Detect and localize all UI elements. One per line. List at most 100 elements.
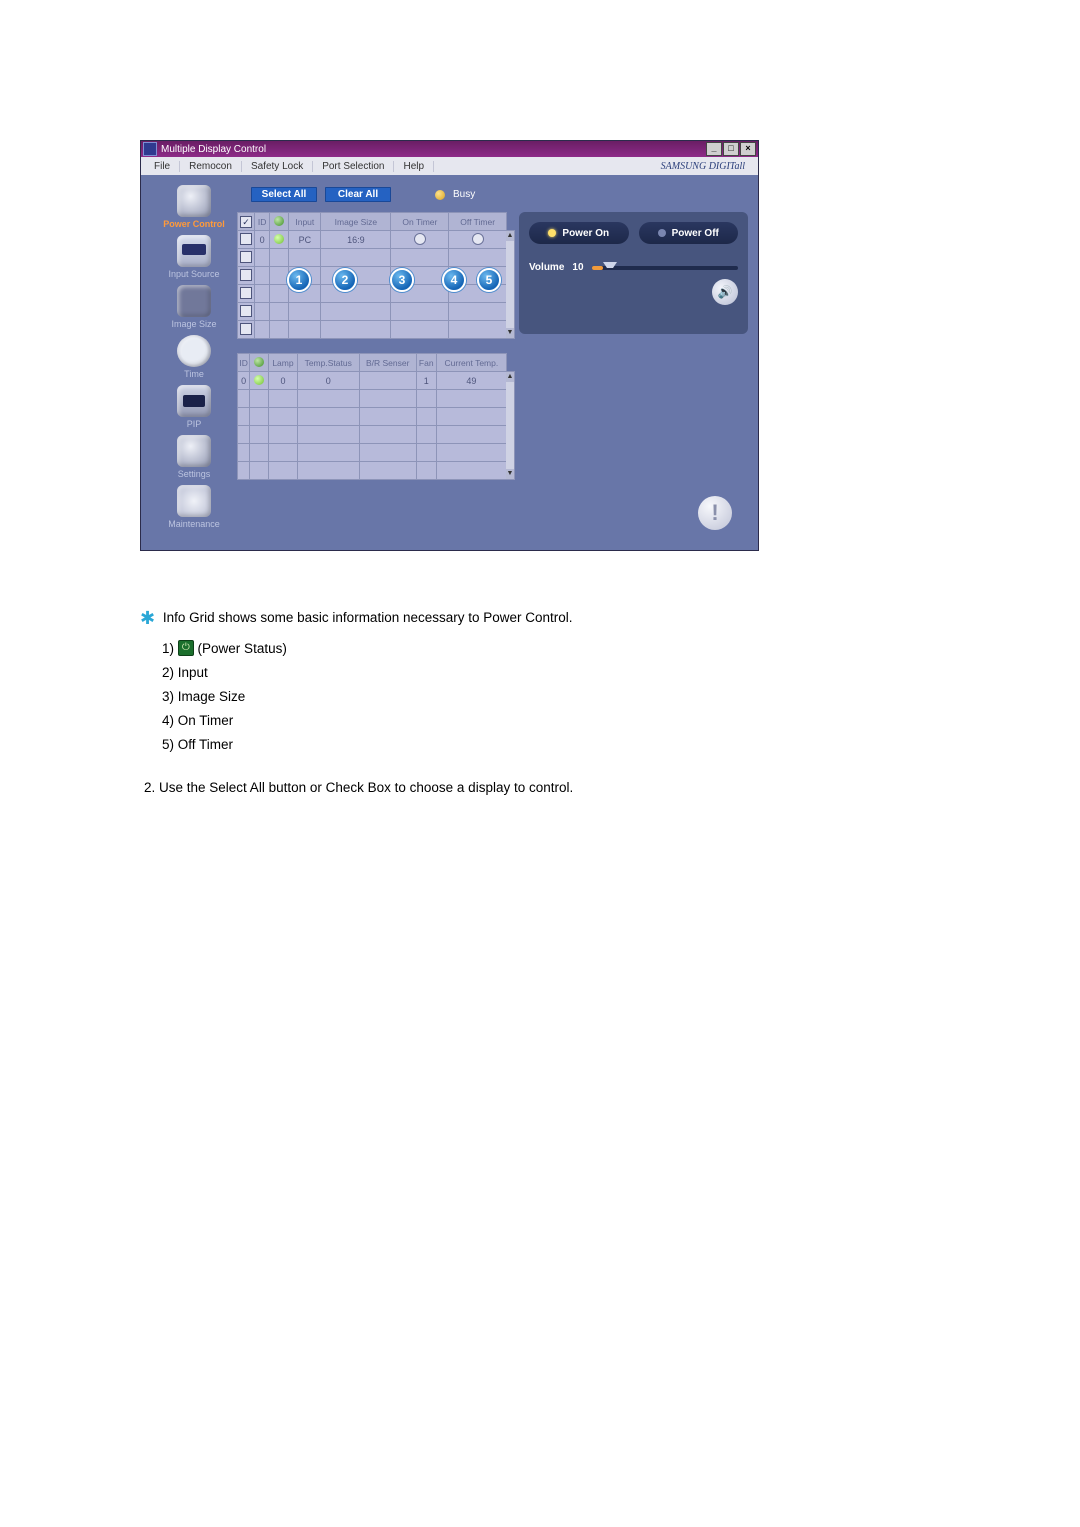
row-checkbox[interactable]	[240, 251, 252, 263]
cell-br-senser	[359, 372, 416, 390]
list-item: 2) Input	[162, 663, 990, 684]
row-checkbox[interactable]	[240, 323, 252, 335]
slider-thumb-icon[interactable]	[603, 262, 617, 274]
image-size-icon	[177, 285, 211, 317]
col-off-timer: Off Timer	[449, 213, 507, 231]
power-off-button[interactable]: Power Off	[639, 222, 739, 244]
scroll-up-icon[interactable]: ▲	[506, 372, 514, 382]
cell-id: 0	[238, 372, 250, 390]
sidebar-item-input-source[interactable]: Input Source	[168, 235, 219, 279]
power-dot-icon	[274, 234, 284, 244]
power-status-icon	[178, 640, 194, 656]
menu-file[interactable]: File	[145, 161, 180, 172]
table-row[interactable]: 0 PC 16:9	[238, 231, 507, 249]
intro-text: Info Grid shows some basic information n…	[163, 610, 573, 625]
table-row[interactable]	[238, 426, 507, 444]
volume-label: Volume	[529, 262, 564, 273]
select-all-button[interactable]: Select All	[251, 187, 317, 202]
sidebar-label: Time	[184, 369, 204, 379]
menu-safety-lock[interactable]: Safety Lock	[242, 161, 313, 172]
cell-temp-status: 0	[297, 372, 359, 390]
close-button[interactable]: ×	[740, 142, 756, 156]
header-checkbox[interactable]	[240, 216, 252, 228]
maximize-button[interactable]: □	[723, 142, 739, 156]
status-bar: !	[237, 490, 748, 536]
table-row[interactable]	[238, 444, 507, 462]
scroll-down-icon[interactable]: ▼	[506, 469, 514, 479]
row-checkbox[interactable]	[240, 305, 252, 317]
col-input: Input	[289, 213, 321, 231]
off-timer-radio[interactable]	[472, 233, 484, 245]
busy-indicator-icon	[435, 190, 445, 200]
table-row[interactable]	[238, 390, 507, 408]
star-bullet-icon: ✱	[140, 608, 155, 628]
sidebar-item-pip[interactable]: PIP	[177, 385, 211, 429]
menu-help[interactable]: Help	[394, 161, 434, 172]
sidebar: Power Control Input Source Image Size Ti…	[151, 185, 237, 536]
power-panel: Power On Power Off Volume 10	[519, 212, 748, 334]
callout-marker-2: 2	[333, 268, 357, 292]
minimize-button[interactable]: _	[706, 142, 722, 156]
menu-port-selection[interactable]: Port Selection	[313, 161, 394, 172]
clear-all-button[interactable]: Clear All	[325, 187, 391, 202]
col-fan: Fan	[416, 354, 436, 372]
sidebar-label: Settings	[178, 469, 211, 479]
power-dot-icon	[254, 375, 264, 385]
sidebar-item-settings[interactable]: Settings	[177, 435, 211, 479]
scroll-up-icon[interactable]: ▲	[506, 231, 514, 241]
volume-slider[interactable]	[592, 266, 738, 270]
input-source-icon	[177, 235, 211, 267]
maintenance-icon	[177, 485, 211, 517]
cell-current-temp: 49	[436, 372, 506, 390]
col-image-size: Image Size	[321, 213, 391, 231]
toolbar: Select All Clear All Busy	[237, 185, 748, 212]
sidebar-item-image-size[interactable]: Image Size	[171, 285, 216, 329]
step-2-text: 2. Use the Select All button or Check Bo…	[140, 778, 990, 799]
cell-lamp: 0	[269, 372, 298, 390]
speaker-icon[interactable]: 🔊	[712, 279, 738, 305]
sidebar-item-power-control[interactable]: Power Control	[163, 185, 225, 229]
pip-icon	[177, 385, 211, 417]
col-lamp: Lamp	[269, 354, 298, 372]
cell-image-size: 16:9	[321, 231, 391, 249]
col-on-timer: On Timer	[391, 213, 449, 231]
callout-marker-5: 5	[477, 268, 501, 292]
cell-input: PC	[289, 231, 321, 249]
scroll-down-icon[interactable]: ▼	[506, 328, 514, 338]
sidebar-item-maintenance[interactable]: Maintenance	[168, 485, 220, 529]
table-row[interactable]	[238, 303, 507, 321]
power-status-icon	[274, 216, 284, 226]
list-item: 1) (Power Status)	[162, 639, 990, 660]
document-text: ✱ Info Grid shows some basic information…	[140, 605, 990, 798]
list-item: 4) On Timer	[162, 711, 990, 732]
sidebar-label: PIP	[187, 419, 202, 429]
on-timer-radio[interactable]	[414, 233, 426, 245]
table-row[interactable]	[238, 408, 507, 426]
row-checkbox[interactable]	[240, 233, 252, 245]
cell-fan: 1	[416, 372, 436, 390]
power-on-label: Power On	[562, 228, 609, 239]
menu-remocon[interactable]: Remocon	[180, 161, 242, 172]
table-header-row: ID Input Image Size On Timer Off Timer	[238, 213, 507, 231]
col-br-senser: B/R Senser	[359, 354, 416, 372]
scrollbar[interactable]: ▲▼	[506, 230, 515, 339]
title-bar[interactable]: Multiple Display Control _ □ ×	[141, 141, 758, 157]
led-off-icon	[658, 229, 666, 237]
row-checkbox[interactable]	[240, 269, 252, 281]
table-row[interactable]	[238, 267, 507, 285]
row-checkbox[interactable]	[240, 287, 252, 299]
scrollbar[interactable]: ▲▼	[506, 371, 515, 480]
busy-label: Busy	[453, 189, 475, 200]
table-row[interactable]	[238, 321, 507, 339]
sidebar-label: Image Size	[171, 319, 216, 329]
sidebar-item-time[interactable]: Time	[177, 335, 211, 379]
table-row[interactable]	[238, 285, 507, 303]
callout-marker-4: 4	[442, 268, 466, 292]
table-row[interactable]	[238, 249, 507, 267]
table-header-row: ID Lamp Temp.Status B/R Senser Fan Curre…	[238, 354, 507, 372]
sidebar-label: Maintenance	[168, 519, 220, 529]
power-on-button[interactable]: Power On	[529, 222, 629, 244]
table-row[interactable]: 0 0 0 1 49	[238, 372, 507, 390]
table-row[interactable]	[238, 462, 507, 480]
list-item: 5) Off Timer	[162, 735, 990, 756]
